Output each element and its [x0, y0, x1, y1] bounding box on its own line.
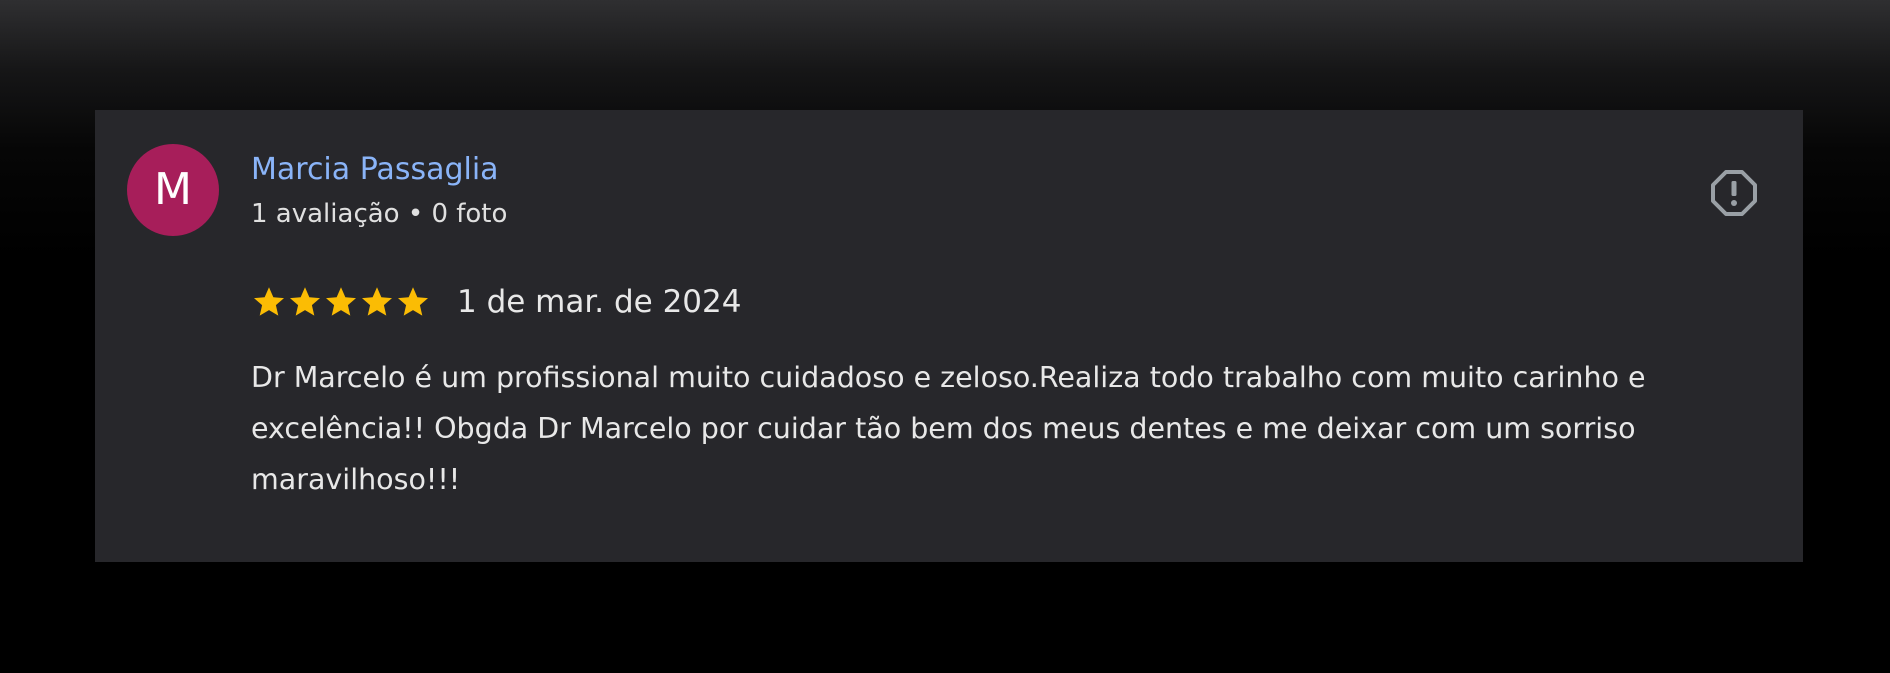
- star-icon: [254, 287, 284, 316]
- star-icon: [290, 287, 320, 316]
- reviewer-name[interactable]: Marcia Passaglia: [251, 150, 499, 190]
- avatar-letter: M: [154, 164, 192, 215]
- review-date: 1 de mar. de 2024: [457, 284, 742, 320]
- review-card: M Marcia Passaglia 1 avaliação • 0 foto …: [95, 110, 1803, 562]
- review-text: Dr Marcelo é um profissional muito cuida…: [251, 361, 1646, 496]
- star-icon: [326, 287, 356, 316]
- report-button[interactable]: [1709, 168, 1759, 218]
- reviewer-meta: 1 avaliação • 0 foto: [251, 199, 508, 229]
- star-icon: [398, 287, 428, 316]
- star-icon: [362, 287, 392, 316]
- star-rating: [251, 284, 431, 320]
- rating-row: 1 de mar. de 2024: [251, 280, 741, 324]
- report-icon: [1711, 170, 1757, 216]
- avatar[interactable]: M: [127, 144, 219, 236]
